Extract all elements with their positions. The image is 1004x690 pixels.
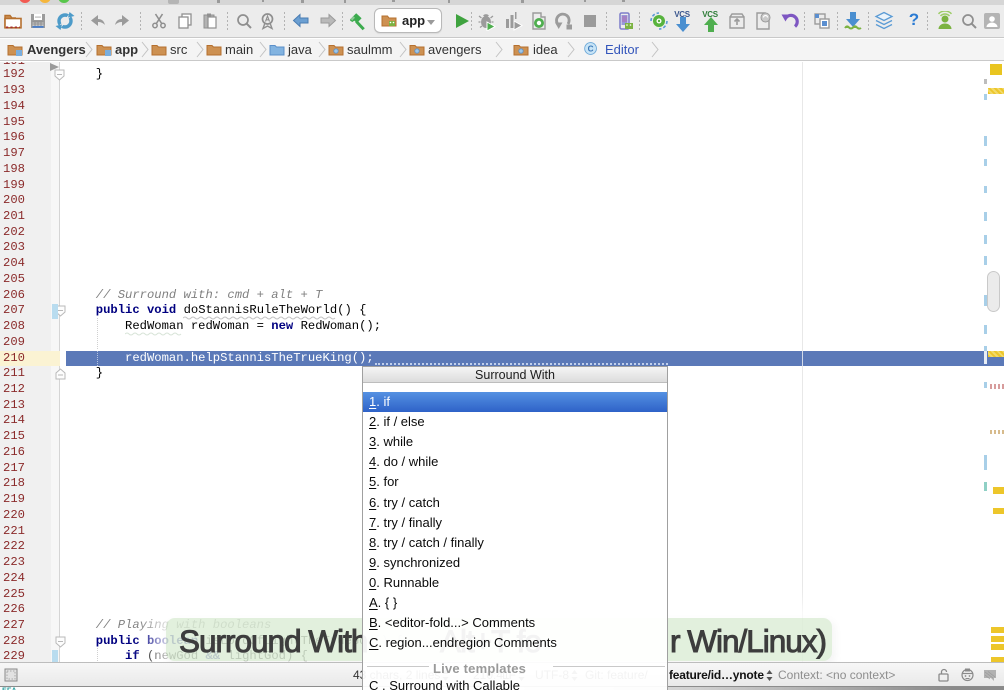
svg-text:C: C [588, 45, 594, 54]
